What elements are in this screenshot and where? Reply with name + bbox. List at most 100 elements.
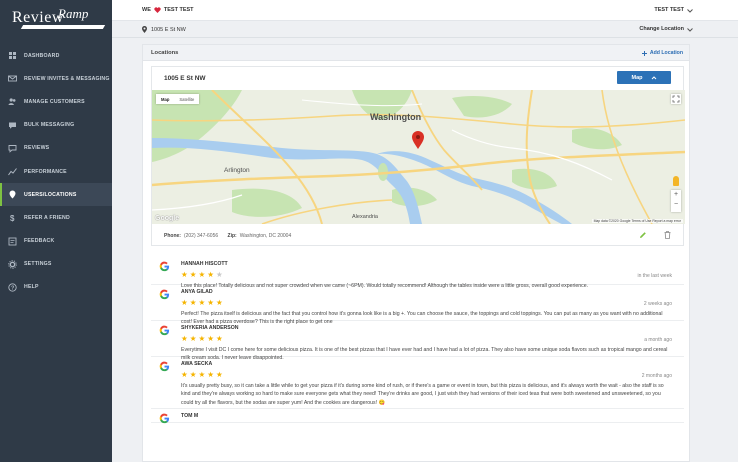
sidebar-item-label: REVIEW INVITES & MESSAGING [24,75,110,82]
performance-icon [8,167,17,176]
star-icon: ★ [215,334,223,343]
map-type-tabs: Map Satellite [156,94,200,104]
sidebar-item-performance[interactable]: PERFORMANCE [0,160,112,183]
sidebar-item-review-invites-messaging[interactable]: REVIEW INVITES & MESSAGING [0,67,112,90]
brand-logo[interactable]: Review Ramp [12,6,106,30]
company-label: WE TEST TEST [142,7,194,13]
map-label-arlington: Arlington [224,167,250,174]
zoom-control: + − [671,190,681,212]
star-icon: ★ [181,298,188,307]
sidebar-item-help[interactable]: ? HELP [0,276,112,299]
map-canvas[interactable]: Washington Arlington Alexandria [152,90,685,224]
reviewer-name: ANYA GILAD [181,289,213,295]
google-icon [159,323,170,336]
location-contact: Phone: (202) 347-6056 Zip: Washington, DC … [164,233,291,239]
sidebar-item-label: USERS/LOCATIONS [24,191,77,198]
sidebar-item-label: DASHBOARD [24,52,60,59]
sidebar-item-settings[interactable]: SETTINGS [0,253,112,276]
map-credits[interactable]: Map data ©2020 Google Terms of Use Repor… [591,219,683,223]
help-icon: ? [8,283,17,292]
review-time: in the last week [637,273,672,279]
reviewer-name: SHYKERIA ANDERSON [181,325,239,331]
location-info-row: Phone: (202) 347-6056 Zip: Washington, DC … [152,224,685,247]
location-name: 1005 E St NW [164,75,206,82]
chevron-down-icon[interactable] [686,25,694,35]
top-bar: WE TEST TEST TEST TEST [112,0,738,21]
star-icon: ★ [207,370,214,379]
sidebar-item-dashboard[interactable]: DASHBOARD [0,44,112,67]
fullscreen-icon[interactable] [671,94,681,104]
map-label-alexandria: Alexandria [352,214,379,220]
chevron-down-icon[interactable] [686,6,694,16]
reviewer-name: TOM M [181,413,199,419]
user-name: TEST TEST [654,7,684,13]
trash-icon[interactable] [664,231,671,239]
reviewer-name: AWA SECKA [181,361,213,367]
map-tab-satellite[interactable]: Satellite [174,94,199,104]
location-map[interactable]: Washington Arlington Alexandria Map Sate… [152,90,685,224]
sidebar-item-refer-a-friend[interactable]: $ REFER A FRIEND [0,206,112,229]
star-rating: ★ ★ ★ ★ ★ [181,298,684,307]
sidebar-item-bulk-messaging[interactable]: BULK MESSAGING [0,114,112,137]
map-button-label: Map [631,74,643,81]
star-icon: ★ [189,270,197,279]
edit-pencil-icon[interactable] [639,231,647,239]
dashboard-icon [8,51,17,60]
locations-card: Locations Add Location 1005 E St NW Map [142,44,690,462]
star-icon: ★ [181,370,188,379]
map-label-washington: Washington [370,112,421,122]
star-icon: ★ [207,298,214,307]
sidebar-item-label: HELP [24,284,39,291]
invite-icon [8,74,17,83]
bulk-message-icon [8,121,17,130]
review-item: AWA SECKA ★ ★ ★ ★ ★ 2 months ago It's usually p… [151,357,684,409]
sidebar-item-feedback[interactable]: FEEDBACK [0,230,112,253]
zip-value: Washington, DC 20004 [239,233,292,239]
street-view-pegman-icon[interactable] [673,176,679,186]
brand-underline [20,25,106,29]
sidebar-item-label: FEEDBACK [24,238,55,245]
star-icon: ★ [198,334,206,343]
review-time: 2 months ago [641,373,672,379]
svg-text:$: $ [10,214,15,222]
star-icon: ★ [207,334,214,343]
review-item: SHYKERIA ANDERSON ★ ★ ★ ★ ★ a month ago Everyti… [151,321,684,361]
feedback-icon [8,237,17,246]
review-item: TOM M [151,409,684,424]
gear-icon [8,260,17,269]
sidebar: Review Ramp DASHBOARD REVIEW INVITES & ME… [0,0,112,462]
customers-icon [8,97,17,106]
sidebar-item-label: REFER A FRIEND [24,214,70,221]
dollar-icon: $ [8,213,17,222]
user-menu[interactable]: TEST TEST [654,7,684,13]
add-location-button[interactable]: Add Location [641,50,683,56]
phone-label: Phone: [164,233,181,239]
location-panel: 1005 E St NW Map Washington Arlington Al… [151,66,685,247]
change-location-button[interactable]: Change Location [639,26,684,32]
sidebar-item-users-locations[interactable]: USERS/LOCATIONS [0,183,112,207]
reviews-list: HANNAH HISCOTT ★ ★ ★ ★ ★ in the last week Love … [151,257,684,424]
star-icon: ★ [215,370,223,379]
heart-icon [154,7,161,13]
zoom-out-icon[interactable]: − [671,200,681,210]
sidebar-item-label: SETTINGS [24,261,52,268]
map-toggle-button[interactable]: Map [617,71,671,84]
map-pin-icon [142,26,147,33]
zoom-in-icon[interactable]: + [671,190,681,200]
review-item: ANYA GILAD ★ ★ ★ ★ ★ 2 weeks ago Perfect! The p… [151,285,684,325]
google-icon [159,359,170,372]
star-rating: ★ ★ ★ ★ ★ [181,334,684,343]
google-logo[interactable]: Google [155,215,179,222]
google-icon [159,411,170,424]
zip-label: Zip: [227,233,237,239]
star-icon: ★ [189,334,197,343]
review-item: HANNAH HISCOTT ★ ★ ★ ★ ★ in the last week Love … [151,257,684,289]
plus-icon [641,50,647,56]
sidebar-item-reviews[interactable]: REVIEWS [0,137,112,160]
star-icon: ★ [181,270,188,279]
sidebar-item-manage-customers[interactable]: MANAGE CUSTOMERS [0,90,112,113]
map-tab-map[interactable]: Map [156,94,174,104]
location-pin-icon [8,190,17,199]
star-rating: ★ ★ ★ ★ ★ [181,370,684,379]
star-icon: ★ [189,298,197,307]
